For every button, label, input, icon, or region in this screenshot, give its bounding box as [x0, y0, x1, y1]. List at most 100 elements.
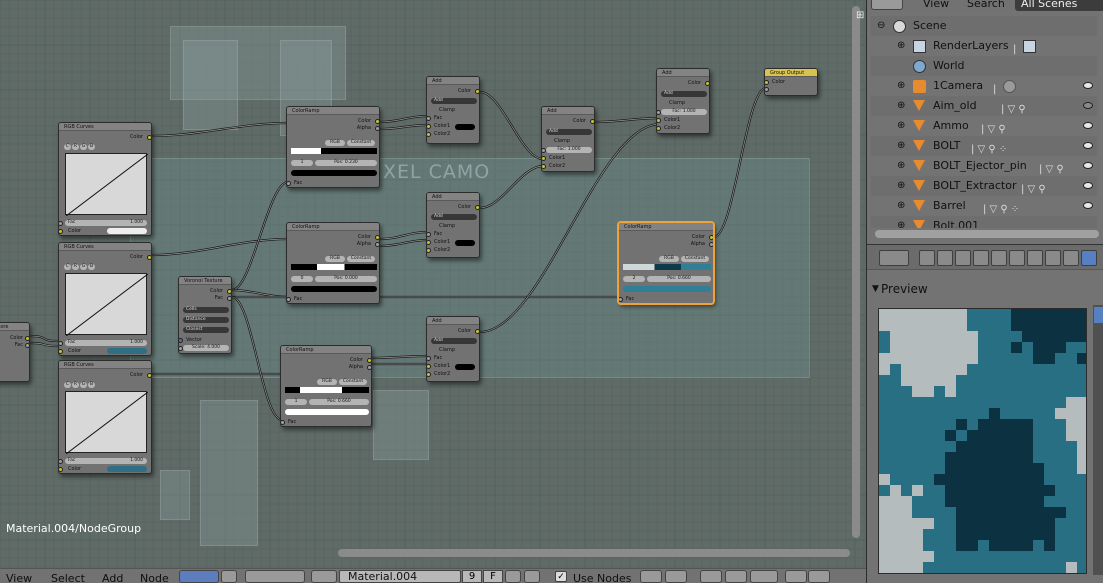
output-socket[interactable] — [705, 81, 709, 86]
panel-collapse-icon[interactable]: ▼ — [872, 284, 879, 294]
preview-type-buttons[interactable] — [1093, 305, 1103, 575]
input-socket[interactable] — [542, 164, 546, 169]
blend-mode-select[interactable]: Add — [661, 91, 707, 97]
input-socket[interactable] — [619, 297, 623, 302]
fac-field[interactable]: Fac 1.000 — [65, 458, 147, 464]
input-socket[interactable] — [765, 80, 769, 85]
outliner-tree[interactable]: ⊖ Scene ⊕ RenderLayers | World ⊕ 1Camera… — [871, 14, 1097, 228]
fake-user-button[interactable]: F — [483, 570, 503, 583]
input-socket[interactable] — [542, 156, 546, 161]
collapse-icon[interactable]: ⊖ — [877, 21, 886, 31]
color-swatch[interactable] — [455, 124, 475, 130]
stop-index[interactable]: 2 — [623, 276, 645, 282]
color-ramp-bar[interactable] — [291, 264, 377, 270]
expand-icon[interactable]: ⊕ — [897, 221, 906, 229]
input-socket[interactable] — [427, 364, 431, 369]
display-mode-select[interactable]: All Scenes — [1015, 0, 1103, 11]
group-output-node[interactable]: Group Output Color — [764, 68, 818, 96]
channel-g[interactable]: G — [80, 382, 87, 388]
channel-b[interactable]: B — [88, 144, 95, 150]
expand-icon[interactable]: ⊕ — [897, 181, 906, 191]
paste-icon[interactable] — [808, 570, 830, 583]
expand-icon[interactable]: ⊕ — [897, 141, 906, 151]
stop-index[interactable]: 1 — [291, 160, 313, 166]
distance-select[interactable]: Distance — [183, 317, 229, 323]
stop-pos-field[interactable]: Pos: 0.230 — [315, 160, 377, 166]
material-users-count[interactable]: 9 — [462, 570, 482, 583]
interpolation-select[interactable]: Constant — [681, 256, 709, 262]
menu-add[interactable]: Add — [102, 572, 123, 583]
outliner-row-bolt-001[interactable]: ⊕ Bolt.001 — [871, 216, 1097, 228]
input-socket[interactable] — [59, 459, 63, 464]
outliner-row-bolt-extractor[interactable]: ⊕ BOLT_Extractor | ▽ ⚲ — [871, 176, 1097, 196]
input-socket[interactable] — [427, 232, 431, 237]
output-socket[interactable] — [147, 255, 151, 260]
outliner-row-renderlayers[interactable]: ⊕ RenderLayers | — [871, 36, 1097, 56]
output-socket[interactable] — [375, 126, 379, 131]
mix-add-node[interactable]: Add Color Add Clamp Fac Color1 Color2 — [426, 76, 480, 144]
output-socket[interactable] — [375, 119, 379, 124]
feature-select[interactable]: Closest — [183, 327, 229, 333]
color-ramp-bar[interactable] — [285, 387, 369, 393]
channel-c[interactable]: C — [64, 264, 71, 270]
stop-color-swatch[interactable] — [291, 286, 377, 292]
node-editor[interactable]: XEL CAMO More Color Fac RGB Curves Color… — [0, 0, 866, 568]
material-name-field[interactable]: Material.004 — [339, 570, 461, 583]
channel-b[interactable]: B — [88, 382, 95, 388]
stop-index[interactable]: 1 — [285, 399, 307, 405]
rgb-curves-node[interactable]: RGB Curves Color C R G B Fac 1.000 Color — [58, 122, 152, 236]
channel-r[interactable]: R — [72, 382, 79, 388]
copy-icon[interactable] — [785, 570, 807, 583]
snap-mode-icon[interactable] — [750, 570, 778, 583]
input-socket[interactable] — [427, 248, 431, 253]
output-socket[interactable] — [475, 205, 479, 210]
partial-node[interactable]: More Color Fac — [0, 322, 30, 382]
channel-g[interactable]: G — [80, 264, 87, 270]
rgb-curves-node[interactable]: RGB Curves Color C R G B Fac 1.000 Color — [58, 242, 152, 356]
output-socket[interactable] — [709, 235, 713, 240]
blend-mode-select[interactable]: Add — [431, 338, 477, 344]
input-socket[interactable] — [657, 118, 661, 123]
stop-color-swatch[interactable] — [285, 409, 369, 415]
interpolation-select[interactable]: Constant — [339, 379, 367, 385]
output-socket[interactable] — [375, 242, 379, 247]
color-ramp-bar[interactable] — [623, 264, 711, 270]
input-socket[interactable] — [427, 372, 431, 377]
output-socket[interactable] — [709, 242, 713, 247]
color-swatch[interactable] — [107, 228, 147, 234]
menu-node[interactable]: Node — [140, 572, 169, 583]
visibility-eye-icon[interactable] — [1083, 82, 1093, 89]
channel-c[interactable]: C — [64, 382, 71, 388]
mix-add-node[interactable]: Add Color Add Clamp Fac Color1 Color2 — [426, 192, 480, 258]
color-mode-select[interactable]: RGB — [659, 256, 679, 262]
outliner-row-barrel[interactable]: ⊕ Barrel | ▽ ⚲ ⁘ — [871, 196, 1097, 216]
scale-field[interactable]: Scale: 4.000 — [183, 345, 229, 351]
curve-editor[interactable] — [65, 273, 149, 337]
output-socket[interactable] — [475, 89, 479, 94]
output-socket[interactable] — [375, 235, 379, 240]
unlink-material-icon[interactable] — [524, 570, 540, 583]
stop-index[interactable]: 0 — [291, 276, 313, 282]
input-socket[interactable] — [59, 221, 63, 226]
input-socket[interactable] — [59, 229, 63, 234]
visibility-eye-icon[interactable] — [1083, 122, 1093, 129]
colorramp-node[interactable]: ColorRamp Color Alpha RGB Constant 1 Pos… — [280, 345, 372, 427]
input-socket[interactable] — [287, 297, 291, 302]
output-socket[interactable] — [25, 343, 29, 348]
vertical-scrollbar[interactable] — [852, 6, 860, 538]
visibility-eye-icon[interactable] — [1083, 202, 1093, 209]
mix-add-node[interactable]: Add Color Add Clamp Fac: 1.000 Color1 Co… — [656, 68, 710, 134]
input-socket[interactable] — [427, 116, 431, 121]
expand-icon[interactable]: ⊕ — [897, 41, 906, 51]
input-socket[interactable] — [657, 126, 661, 131]
colorramp-node-active[interactable]: ColorRamp Color Alpha RGB Constant 2 Pos… — [618, 222, 714, 304]
mix-add-node[interactable]: Add Color Add Clamp Fac Color1 Color2 — [426, 316, 480, 382]
shader-type-buttons[interactable] — [245, 570, 305, 583]
input-socket[interactable] — [427, 124, 431, 129]
color-mode-select[interactable]: RGB — [325, 140, 345, 146]
input-socket[interactable] — [765, 87, 769, 92]
input-socket[interactable] — [657, 110, 661, 115]
color-swatch[interactable] — [455, 364, 475, 370]
visibility-eye-icon[interactable] — [1083, 162, 1093, 169]
interpolation-select[interactable]: Constant — [347, 140, 375, 146]
